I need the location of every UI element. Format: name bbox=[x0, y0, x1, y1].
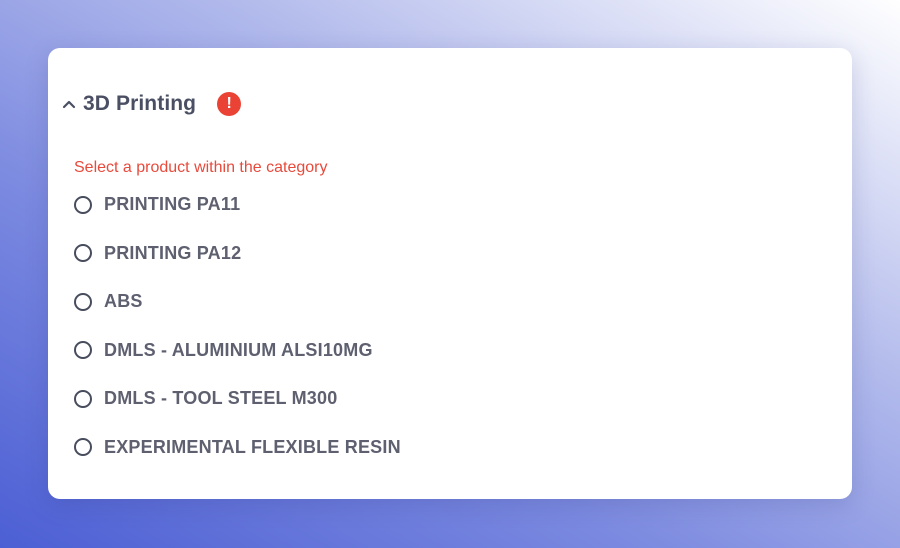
option-label: DMLS - ALUMINIUM ALSI10MG bbox=[104, 339, 373, 360]
product-radio-group: PRINTING PA11 PRINTING PA12 ABS DMLS - A… bbox=[74, 190, 401, 481]
option-label: EXPERIMENTAL FLEXIBLE RESIN bbox=[104, 436, 401, 457]
radio-button[interactable] bbox=[74, 438, 92, 456]
option-label: ABS bbox=[104, 291, 143, 311]
product-option-dmls-aluminium[interactable]: DMLS - ALUMINIUM ALSI10MG bbox=[74, 336, 401, 365]
product-option-abs[interactable]: ABS bbox=[74, 287, 401, 316]
chevron-up-icon[interactable] bbox=[60, 95, 78, 113]
product-option-printing-pa11[interactable]: PRINTING PA11 bbox=[74, 190, 401, 219]
radio-button[interactable] bbox=[74, 389, 92, 408]
option-label: PRINTING PA11 bbox=[104, 194, 241, 214]
product-option-dmls-tool-steel[interactable]: DMLS - TOOL STEEL M300 bbox=[74, 384, 401, 413]
option-label: DMLS - TOOL STEEL M300 bbox=[104, 388, 338, 408]
category-card: 3D Printing ! Select a product within th… bbox=[48, 48, 852, 499]
exclamation-icon: ! bbox=[217, 92, 242, 116]
product-option-flexible-resin[interactable]: EXPERIMENTAL FLEXIBLE RESIN bbox=[74, 433, 401, 462]
radio-button[interactable] bbox=[74, 292, 92, 311]
radio-button[interactable] bbox=[74, 195, 92, 214]
section-header[interactable]: 3D Printing ! bbox=[60, 88, 242, 120]
radio-button[interactable] bbox=[74, 244, 92, 262]
section-title: 3D Printing bbox=[83, 92, 197, 115]
radio-button[interactable] bbox=[74, 341, 92, 359]
product-option-printing-pa12[interactable]: PRINTING PA12 bbox=[74, 239, 401, 268]
error-message: Select a product within the category bbox=[74, 159, 328, 176]
option-label: PRINTING PA12 bbox=[104, 242, 242, 263]
